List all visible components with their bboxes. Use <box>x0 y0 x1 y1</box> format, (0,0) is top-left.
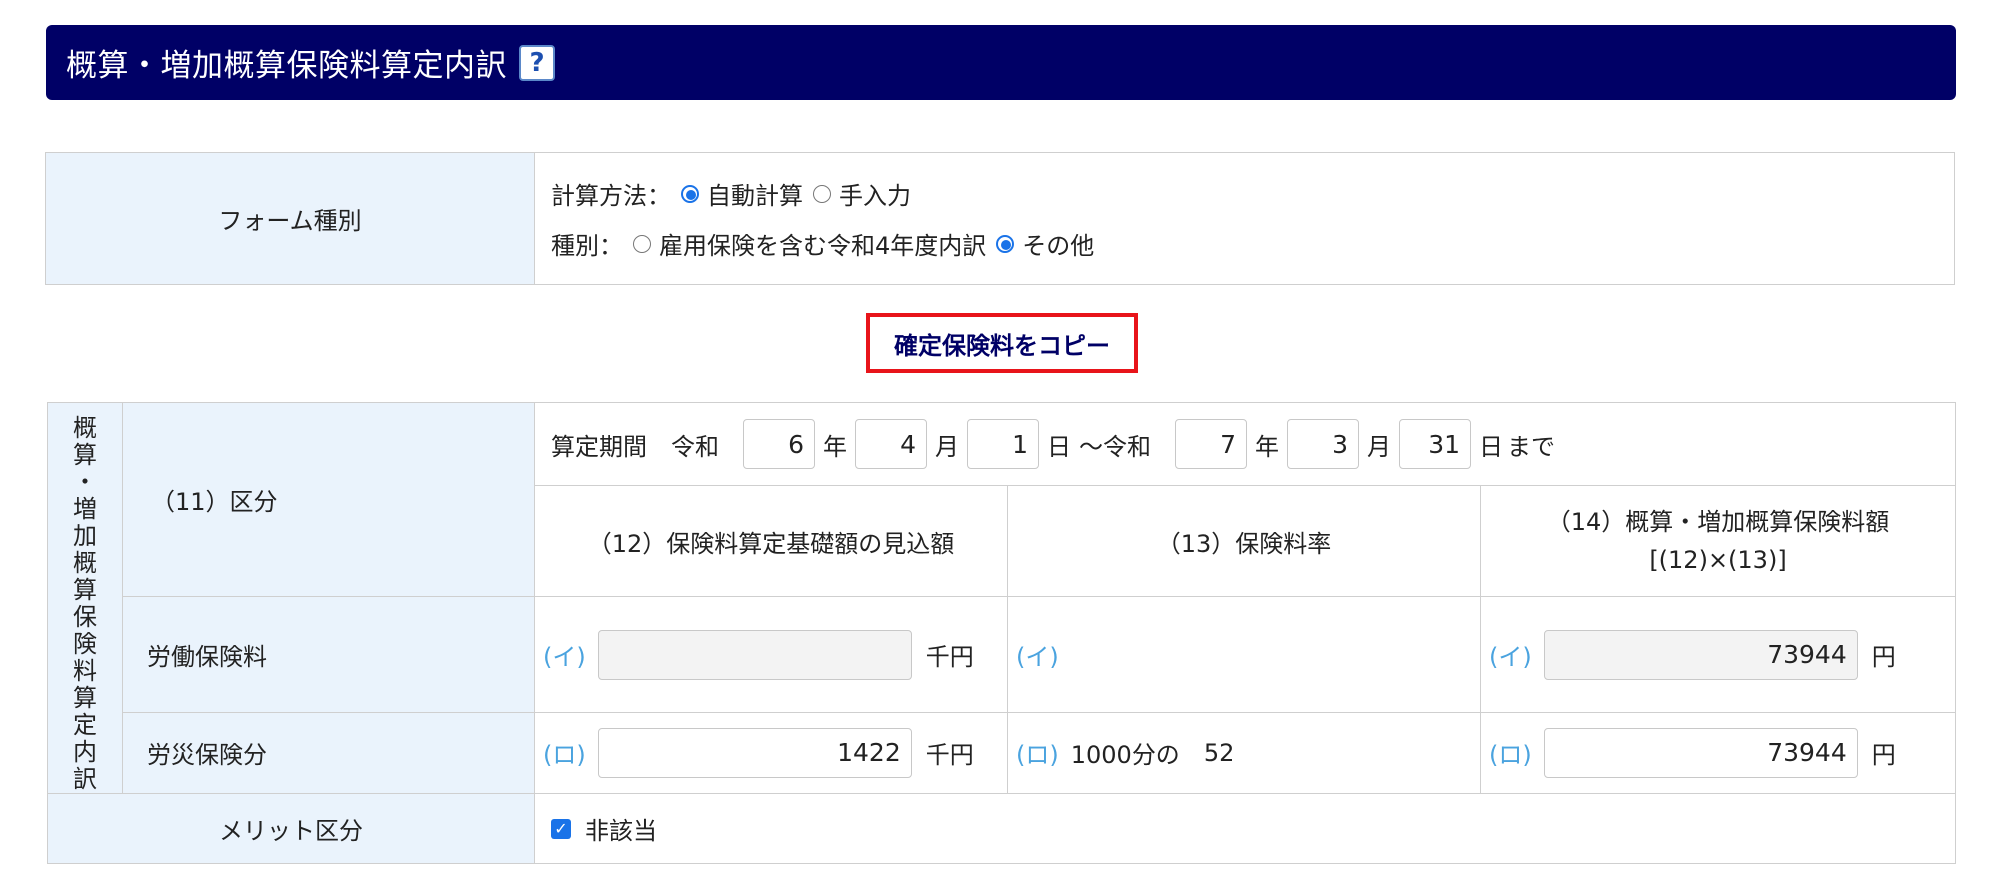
accident-base-input[interactable]: 1422 <box>597 727 912 778</box>
rate-value: 52 <box>1203 738 1235 767</box>
copy-confirmed-premium-button[interactable]: 確定保険料をコピー <box>866 313 1138 373</box>
method-manual-label[interactable]: 手入力 <box>839 176 911 211</box>
form-type-label: フォーム種別 <box>45 152 535 285</box>
col13-header: （13）保険料率 <box>1007 485 1481 598</box>
method-label: 計算方法： <box>551 182 671 210</box>
row-accident-label: 労災保険分 <box>122 711 535 795</box>
row-labor-amount: (イ) 73944 円 <box>1480 596 1956 713</box>
kana-ro-label: (ロ) <box>543 741 586 770</box>
merit-options: ✓ 非該当 <box>534 793 1956 864</box>
form-type-table: フォーム種別 計算方法： 自動計算 手入力 種別： 雇用保険を含む令和4年度内訳… <box>45 152 1955 285</box>
help-icon[interactable]: ? <box>519 44 555 81</box>
method-row: 計算方法： 自動計算 手入力 <box>535 169 1954 219</box>
start-year-input[interactable]: 6 <box>743 419 815 470</box>
checkmark-icon[interactable]: ✓ <box>551 818 571 839</box>
method-auto-label[interactable]: 自動計算 <box>707 176 803 211</box>
row-accident-rate: (ロ) 1000分の 52 <box>1007 711 1481 795</box>
accident-amount-input[interactable]: 73944 <box>1543 727 1858 778</box>
period-label: 算定期間 <box>551 432 647 461</box>
vertical-title: 概算・増加概算保険料算定内訳 <box>47 402 123 794</box>
kind-r4-radio[interactable] <box>633 234 651 253</box>
breakdown-table: 概算・増加概算保険料算定内訳 （11）区分 算定期間 令和 6 年 4 月 1 … <box>47 401 1956 864</box>
method-auto-radio[interactable] <box>681 184 699 203</box>
kana-i-label: (イ) <box>543 643 586 672</box>
page-title: 概算・増加概算保険料算定内訳 <box>66 48 507 84</box>
row-labor-rate: (イ) <box>1007 596 1481 713</box>
merit-label: メリット区分 <box>47 793 535 864</box>
kind-row: 種別： 雇用保険を含む令和4年度内訳 その他 <box>535 219 1954 269</box>
kind-other-radio[interactable] <box>996 234 1015 253</box>
page-header: 概算・増加概算保険料算定内訳 ? <box>46 25 1956 100</box>
end-month-input[interactable]: 3 <box>1287 419 1359 470</box>
start-month-input[interactable]: 4 <box>855 419 927 470</box>
row-accident-amount: (ロ) 73944 円 <box>1480 711 1956 795</box>
end-day-input[interactable]: 31 <box>1399 419 1471 470</box>
end-year-input[interactable]: 7 <box>1175 419 1247 470</box>
labor-amount-input[interactable]: 73944 <box>1543 629 1858 680</box>
row-accident-base: (ロ) 1422 千円 <box>534 711 1008 795</box>
section-label: （11）区分 <box>122 401 535 598</box>
kind-other-label[interactable]: その他 <box>1022 226 1094 261</box>
row-labor-label: 労働保険料 <box>122 596 535 713</box>
kind-label: 種別： <box>551 232 623 260</box>
form-type-options: 計算方法： 自動計算 手入力 種別： 雇用保険を含む令和4年度内訳 その他 <box>534 152 1955 285</box>
labor-base-input[interactable] <box>597 629 912 680</box>
col12-header: （12）保険料算定基礎額の見込額 <box>534 485 1008 598</box>
method-manual-radio[interactable] <box>813 184 831 203</box>
rate-prefix: 1000分の <box>1070 741 1180 770</box>
row-labor-base: (イ) 千円 <box>534 596 1008 713</box>
period-row: 算定期間 令和 6 年 4 月 1 日 ～令和 7 年 3 月 31 日 まで <box>534 401 1956 487</box>
copy-button-label[interactable]: 確定保険料をコピー <box>894 326 1110 361</box>
kind-r4-label[interactable]: 雇用保険を含む令和4年度内訳 <box>659 226 986 261</box>
merit-checkbox-label[interactable]: 非該当 <box>585 811 657 846</box>
col14-header: （14）概算・増加概算保険料額 [(12)×(13)] <box>1480 485 1956 598</box>
start-day-input[interactable]: 1 <box>967 419 1039 470</box>
